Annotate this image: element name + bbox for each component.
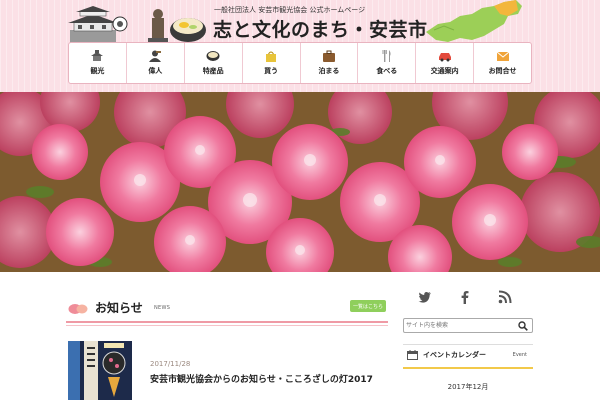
speech-bubble-icon <box>68 304 88 314</box>
search-icon[interactable] <box>518 321 528 331</box>
nav-item-stay[interactable]: 泊まる <box>301 43 359 83</box>
nav-item-eat[interactable]: 食べる <box>358 43 417 83</box>
bowl-icon <box>206 51 220 61</box>
news-divider-thin <box>66 325 388 326</box>
envelope-icon <box>496 51 509 61</box>
search-box <box>403 318 533 333</box>
site-title[interactable]: 志と文化のまち・安芸市 <box>213 15 428 42</box>
news-subtitle: NEWS <box>154 305 171 311</box>
nav-label-access: 交通案内 <box>430 67 459 75</box>
calendar-title: イベントカレンダー <box>423 351 486 359</box>
news-title: お知らせ <box>95 301 143 315</box>
nav-label-great-people: 偉人 <box>148 67 163 75</box>
news-more-button[interactable]: 一覧はこちら <box>350 300 386 312</box>
nav-item-sightseeing[interactable]: 観光 <box>69 43 127 83</box>
main-navigation: 観光 偉人 特産品 買う 泊まる 食べる 交通案内 お問合せ <box>68 42 532 84</box>
calendar-month: 2017年12月 <box>447 383 489 391</box>
castle-icon <box>91 50 104 61</box>
rss-icon[interactable] <box>498 290 512 304</box>
nav-item-great-people[interactable]: 偉人 <box>127 43 185 83</box>
shopping-bag-icon <box>266 51 277 62</box>
bust-icon <box>149 50 162 62</box>
search-input[interactable] <box>406 320 514 331</box>
logo-illustration[interactable] <box>68 6 210 44</box>
social-links <box>410 290 522 306</box>
nav-item-access[interactable]: 交通案内 <box>416 43 475 83</box>
map-illustration <box>426 0 522 42</box>
calendar-subtitle: Event <box>512 352 527 358</box>
nav-label-shopping: 買う <box>264 67 279 75</box>
news-thumbnail[interactable] <box>68 341 132 400</box>
site-subtitle: 一般社団法人 安芸市観光協会 公式ホームページ <box>214 6 366 14</box>
nav-item-specialties[interactable]: 特産品 <box>185 43 243 83</box>
nav-label-sightseeing: 観光 <box>90 67 105 75</box>
car-icon <box>438 53 451 62</box>
nav-label-eat: 食べる <box>376 67 398 75</box>
calendar-icon <box>407 350 418 360</box>
azalea-photo <box>0 92 600 272</box>
nav-label-stay: 泊まる <box>318 67 340 75</box>
nav-label-specialties: 特産品 <box>202 67 224 75</box>
suitcase-icon <box>322 50 335 62</box>
news-divider <box>66 321 388 323</box>
nav-item-contact[interactable]: お問合せ <box>474 43 531 83</box>
calendar-top-divider <box>403 344 533 345</box>
nav-item-shopping[interactable]: 買う <box>243 43 301 83</box>
news-item-title[interactable]: 安芸市観光協会からのお知らせ・こころざしの灯2017 <box>150 372 373 385</box>
news-date: 2017/11/28 <box>150 360 191 368</box>
poster-image <box>68 341 132 400</box>
hero-image <box>0 92 600 272</box>
site-header: 一般社団法人 安芸市観光協会 公式ホームページ 志と文化のまち・安芸市 観光 偉… <box>0 0 600 92</box>
twitter-icon[interactable] <box>418 290 432 304</box>
calendar-header: イベントカレンダー Event <box>403 346 533 368</box>
facebook-icon[interactable] <box>458 290 472 304</box>
calendar-divider <box>403 367 533 369</box>
nav-label-contact: お問合せ <box>488 67 517 75</box>
fork-knife-icon <box>382 50 391 62</box>
